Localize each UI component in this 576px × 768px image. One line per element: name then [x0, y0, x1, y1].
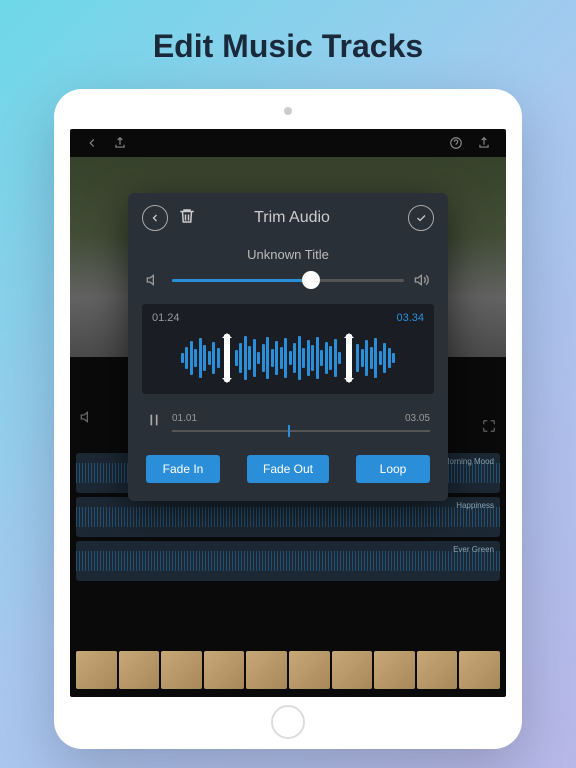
fade-out-button[interactable]: Fade Out — [247, 455, 329, 483]
volume-high-icon — [414, 272, 430, 288]
ipad-frame: Morning Mood Happiness Ever Green Trim A… — [54, 89, 522, 749]
volume-icon[interactable] — [80, 409, 96, 430]
trim-audio-modal: Trim Audio Unknown Title 01.24 03.34 — [128, 193, 448, 501]
volume-mute-icon — [146, 272, 162, 288]
home-button[interactable] — [271, 705, 305, 739]
play-end-time: 03.05 — [405, 413, 430, 424]
back-button[interactable] — [80, 131, 104, 155]
volume-slider-row — [128, 272, 448, 304]
volume-thumb[interactable] — [302, 271, 320, 289]
app-screen: Morning Mood Happiness Ever Green Trim A… — [70, 129, 506, 697]
trim-end-handle[interactable] — [346, 334, 352, 382]
delete-button[interactable] — [178, 207, 196, 230]
trim-start-time: 01.24 — [152, 312, 180, 324]
play-start-time: 01.01 — [172, 413, 197, 424]
track-title: Unknown Title — [128, 243, 448, 272]
loop-button[interactable]: Loop — [356, 455, 430, 483]
pause-button[interactable] — [146, 412, 162, 433]
trim-end-time: 03.34 — [396, 312, 424, 324]
waveform-editor: 01.24 03.34 — [142, 304, 434, 394]
help-button[interactable] — [444, 131, 468, 155]
app-top-bar — [70, 129, 506, 157]
playhead[interactable] — [288, 425, 290, 437]
playback-slider[interactable]: 01.01 03.05 — [172, 413, 430, 432]
trim-start-handle[interactable] — [224, 334, 230, 382]
share-button[interactable] — [108, 131, 132, 155]
modal-title: Trim Audio — [196, 209, 408, 227]
video-thumbnails[interactable] — [76, 651, 500, 689]
audio-track[interactable]: Ever Green — [76, 541, 500, 581]
page-title: Edit Music Tracks — [0, 0, 576, 89]
volume-slider[interactable] — [172, 279, 404, 282]
confirm-button[interactable] — [408, 205, 434, 231]
export-button[interactable] — [472, 131, 496, 155]
waveform[interactable] — [152, 330, 424, 386]
back-button[interactable] — [142, 205, 168, 231]
expand-icon[interactable] — [482, 419, 496, 438]
camera-dot — [284, 107, 292, 115]
fade-in-button[interactable]: Fade In — [146, 455, 220, 483]
audio-track[interactable]: Happiness — [76, 497, 500, 537]
